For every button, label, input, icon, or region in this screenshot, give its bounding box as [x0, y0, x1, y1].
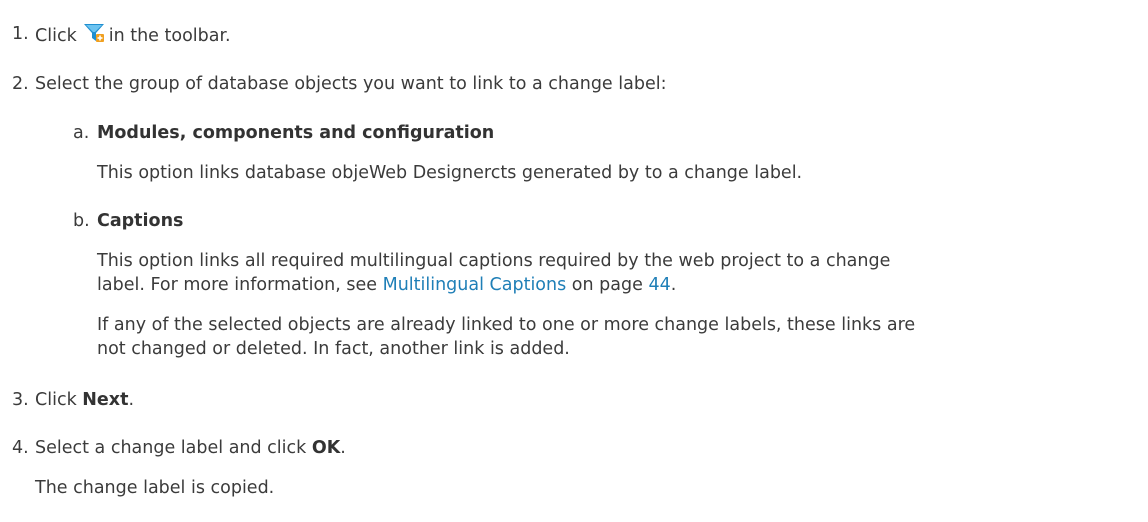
- filter-add-icon: [83, 22, 105, 44]
- step-2-text: Select the group of database objects you…: [35, 74, 667, 94]
- sub-item-b-note-line1: If any of the selected objects are alrea…: [97, 315, 916, 335]
- sub-item-title: Modules, components and configuration: [97, 121, 494, 145]
- step-3-text: Click Next.: [35, 388, 134, 412]
- sub-item-b-note-line2: not changed or deleted. In fact, another…: [97, 339, 570, 359]
- desc-text: on page: [566, 275, 649, 295]
- sub-item-letter: a.: [73, 123, 90, 143]
- step-4-post: .: [340, 438, 346, 458]
- step-number: 1.: [12, 24, 29, 44]
- sub-item-b-title: Captions: [97, 211, 184, 231]
- step-number: 3.: [12, 390, 29, 410]
- step-1-pre: Click: [35, 26, 77, 46]
- sub-item-b-description-line2: label. For more information, see Multili…: [97, 273, 676, 297]
- desc-text: .: [670, 275, 677, 295]
- step-3-post: .: [128, 390, 135, 410]
- sub-item-a-title: Modules, components and configuration: [97, 123, 495, 143]
- step-1-post: in the toolbar.: [108, 26, 231, 46]
- sub-item-b-description-line1: This option links all required multiling…: [97, 251, 891, 271]
- sub-item-a-description: This option links database objeWeb Desig…: [97, 163, 803, 183]
- sub-item-letter: b.: [73, 211, 90, 231]
- step-4-text: Select a change label and click OK.: [35, 436, 346, 460]
- page-number-link[interactable]: 44: [648, 275, 670, 295]
- next-label: Next: [82, 390, 129, 410]
- step-number: 2.: [12, 74, 29, 94]
- ok-label: OK: [311, 438, 341, 458]
- step-4-result: The change label is copied.: [35, 478, 275, 498]
- step-3-pre: Click: [35, 390, 83, 410]
- desc-text: label. For more information, see: [97, 275, 383, 295]
- step-1-text: Click in the toolbar.: [35, 22, 231, 48]
- step-number: 4.: [12, 438, 29, 458]
- step-4-pre: Select a change label and click: [35, 438, 312, 458]
- multilingual-captions-link[interactable]: Multilingual Captions: [383, 275, 567, 295]
- sub-item-title: Captions: [97, 209, 183, 233]
